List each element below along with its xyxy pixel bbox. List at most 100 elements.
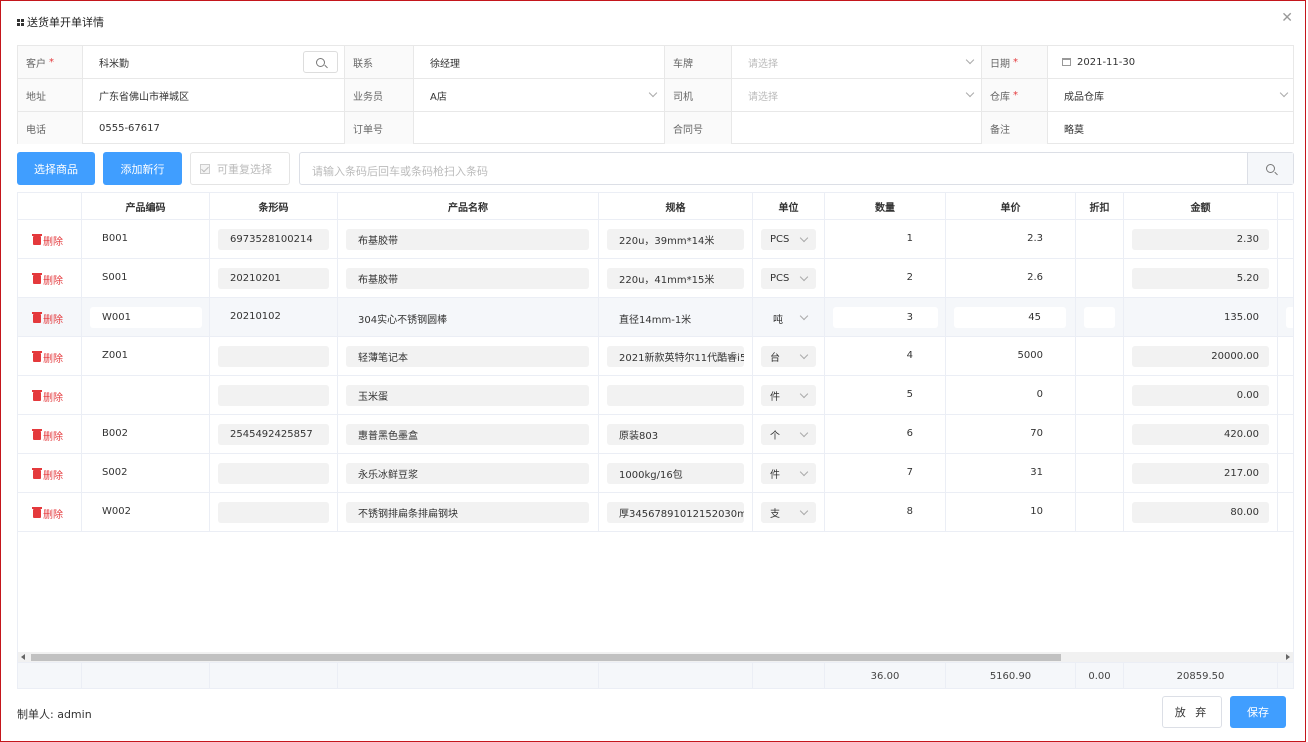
price-input[interactable]: 45	[954, 307, 1066, 328]
close-icon[interactable]: ✕	[1281, 11, 1293, 25]
unit-select[interactable]: 吨	[761, 307, 816, 328]
order-no-field[interactable]	[414, 112, 665, 144]
driver-select[interactable]: 请选择	[732, 79, 982, 111]
overflow-input[interactable]	[1286, 307, 1293, 328]
table-cell: 8	[825, 493, 946, 531]
table-row: 删除 W001 20210102 304实心不锈钢圆棒 直径14mm-1米 吨 3 45 135…	[18, 298, 1293, 337]
spec-input[interactable]: 1000kg/16包	[607, 463, 744, 484]
table-cell: 删除	[18, 220, 82, 258]
customer-search-button[interactable]	[303, 51, 338, 73]
table-cell: 6973528100214	[210, 220, 338, 258]
chevron-down-icon	[799, 233, 809, 243]
qty-text: 7	[906, 467, 913, 478]
spec-input[interactable]: 220u，41mm*15米	[607, 268, 744, 289]
warehouse-select[interactable]: 成品仓库	[1048, 79, 1295, 111]
table-cell	[1278, 415, 1293, 453]
delete-row-button[interactable]: 删除	[32, 389, 63, 404]
table-cell	[1076, 415, 1124, 453]
delete-row-button[interactable]: 删除	[32, 311, 63, 326]
barcode-search-input[interactable]: 请输入条码后回车或条码枪扫入条码	[299, 152, 1294, 185]
horizontal-scrollbar[interactable]	[18, 652, 1293, 662]
total-amount: 20859.50	[1124, 663, 1278, 688]
delete-row-button[interactable]: 删除	[32, 428, 63, 443]
add-row-button[interactable]: 添加新行	[103, 152, 182, 185]
delete-row-button[interactable]: 删除	[32, 467, 63, 482]
product-name-input[interactable]: 轻薄笔记本	[346, 346, 589, 367]
unit-select[interactable]: 个	[761, 424, 816, 445]
address-field[interactable]: 广东省佛山市禅城区	[83, 79, 345, 111]
repeat-select-checkbox[interactable]: 可重复选择	[190, 152, 290, 185]
chevron-down-icon	[648, 88, 658, 98]
unit-select[interactable]: PCS	[761, 268, 816, 289]
unit-select[interactable]: 台	[761, 346, 816, 367]
barcode-search-button[interactable]	[1247, 153, 1293, 184]
barcode-input[interactable]: 20210201	[218, 268, 329, 289]
table-cell: 0.00	[1124, 376, 1278, 414]
barcode-input[interactable]: 6973528100214	[218, 229, 329, 250]
save-button[interactable]: 保存	[1230, 696, 1286, 728]
table-cell: W002	[82, 493, 210, 531]
product-name-input[interactable]: 布基胶带	[346, 268, 589, 289]
barcode-input[interactable]: 2545492425857	[218, 424, 329, 445]
customer-field[interactable]: 科米勤	[83, 46, 345, 78]
discard-button[interactable]: 放 弃	[1162, 696, 1222, 728]
plate-label: 车牌	[665, 46, 732, 78]
barcode-input[interactable]	[218, 346, 329, 367]
contract-no-field[interactable]	[732, 112, 982, 144]
qty-text: 6	[906, 428, 913, 439]
barcode-input[interactable]	[218, 463, 329, 484]
discount-input[interactable]	[1084, 307, 1115, 328]
trash-icon	[32, 468, 42, 479]
spec-input[interactable]: 原装803	[607, 424, 744, 445]
phone-field[interactable]: 0555-67617	[83, 112, 345, 144]
delete-row-button[interactable]: 删除	[32, 272, 63, 287]
unit-select[interactable]: 件	[761, 385, 816, 406]
table-cell: 件	[753, 376, 825, 414]
delete-row-button[interactable]: 删除	[32, 233, 63, 248]
delete-label: 删除	[43, 315, 63, 326]
qty-input[interactable]: 3	[833, 307, 938, 328]
table-cell: W001	[82, 298, 210, 336]
unit-text: 件	[770, 470, 780, 481]
driver-label: 司机	[665, 79, 732, 111]
remark-field[interactable]: 略莫	[1048, 112, 1295, 144]
table-cell: 217.00	[1124, 454, 1278, 492]
scroll-left-icon[interactable]	[21, 654, 25, 660]
table-cell: 2545492425857	[210, 415, 338, 453]
plate-select[interactable]: 请选择	[732, 46, 982, 78]
product-name-input[interactable]: 布基胶带	[346, 229, 589, 250]
table-cell: 1	[825, 220, 946, 258]
barcode-input[interactable]	[218, 385, 329, 406]
scroll-right-icon[interactable]	[1286, 654, 1290, 660]
delete-label: 删除	[43, 393, 63, 404]
date-picker[interactable]: 2021-11-30	[1048, 46, 1295, 78]
table-cell: 永乐冰鲜豆浆	[338, 454, 599, 492]
product-name-input[interactable]: 玉米蛋	[346, 385, 589, 406]
code-input[interactable]: W001	[90, 307, 202, 328]
maker-label: 制单人: admin	[17, 708, 92, 721]
spec-input[interactable]	[607, 385, 744, 406]
order-form: 客户 * 科米勤 联系 徐经理 车牌 请选择 日期 * 2021-11-30 地址 …	[17, 45, 1294, 144]
table-cell: 不锈钢排扁条排扁钢块	[338, 493, 599, 531]
table-cell: 删除	[18, 493, 82, 531]
contact-field[interactable]: 徐经理	[414, 46, 665, 78]
spec-input[interactable]: 220u，39mm*14米	[607, 229, 744, 250]
unit-select[interactable]: 支	[761, 502, 816, 523]
scrollbar-thumb[interactable]	[31, 654, 1061, 661]
barcode-input[interactable]	[218, 502, 329, 523]
spec-input[interactable]: 2021新款英特尔11代酷睿i5	[607, 346, 744, 367]
delete-row-button[interactable]: 删除	[32, 506, 63, 521]
product-name-input[interactable]: 惠普黑色墨盒	[346, 424, 589, 445]
spec-input[interactable]: 厚34567891012152030mm	[607, 502, 744, 523]
table-cell	[1076, 493, 1124, 531]
delete-row-button[interactable]: 删除	[32, 350, 63, 365]
salesman-select[interactable]: A店	[414, 79, 665, 111]
product-name-input[interactable]: 不锈钢排扁条排扁钢块	[346, 502, 589, 523]
product-name-input[interactable]: 永乐冰鲜豆浆	[346, 463, 589, 484]
table-cell	[1278, 493, 1293, 531]
unit-select[interactable]: 件	[761, 463, 816, 484]
select-goods-button[interactable]: 选择商品	[17, 152, 95, 185]
delete-label: 删除	[43, 471, 63, 482]
table-row: 删除 S001 20210201 布基胶带 220u，41mm*15米 PCS 2 2.6 5.…	[18, 259, 1293, 298]
unit-select[interactable]: PCS	[761, 229, 816, 250]
